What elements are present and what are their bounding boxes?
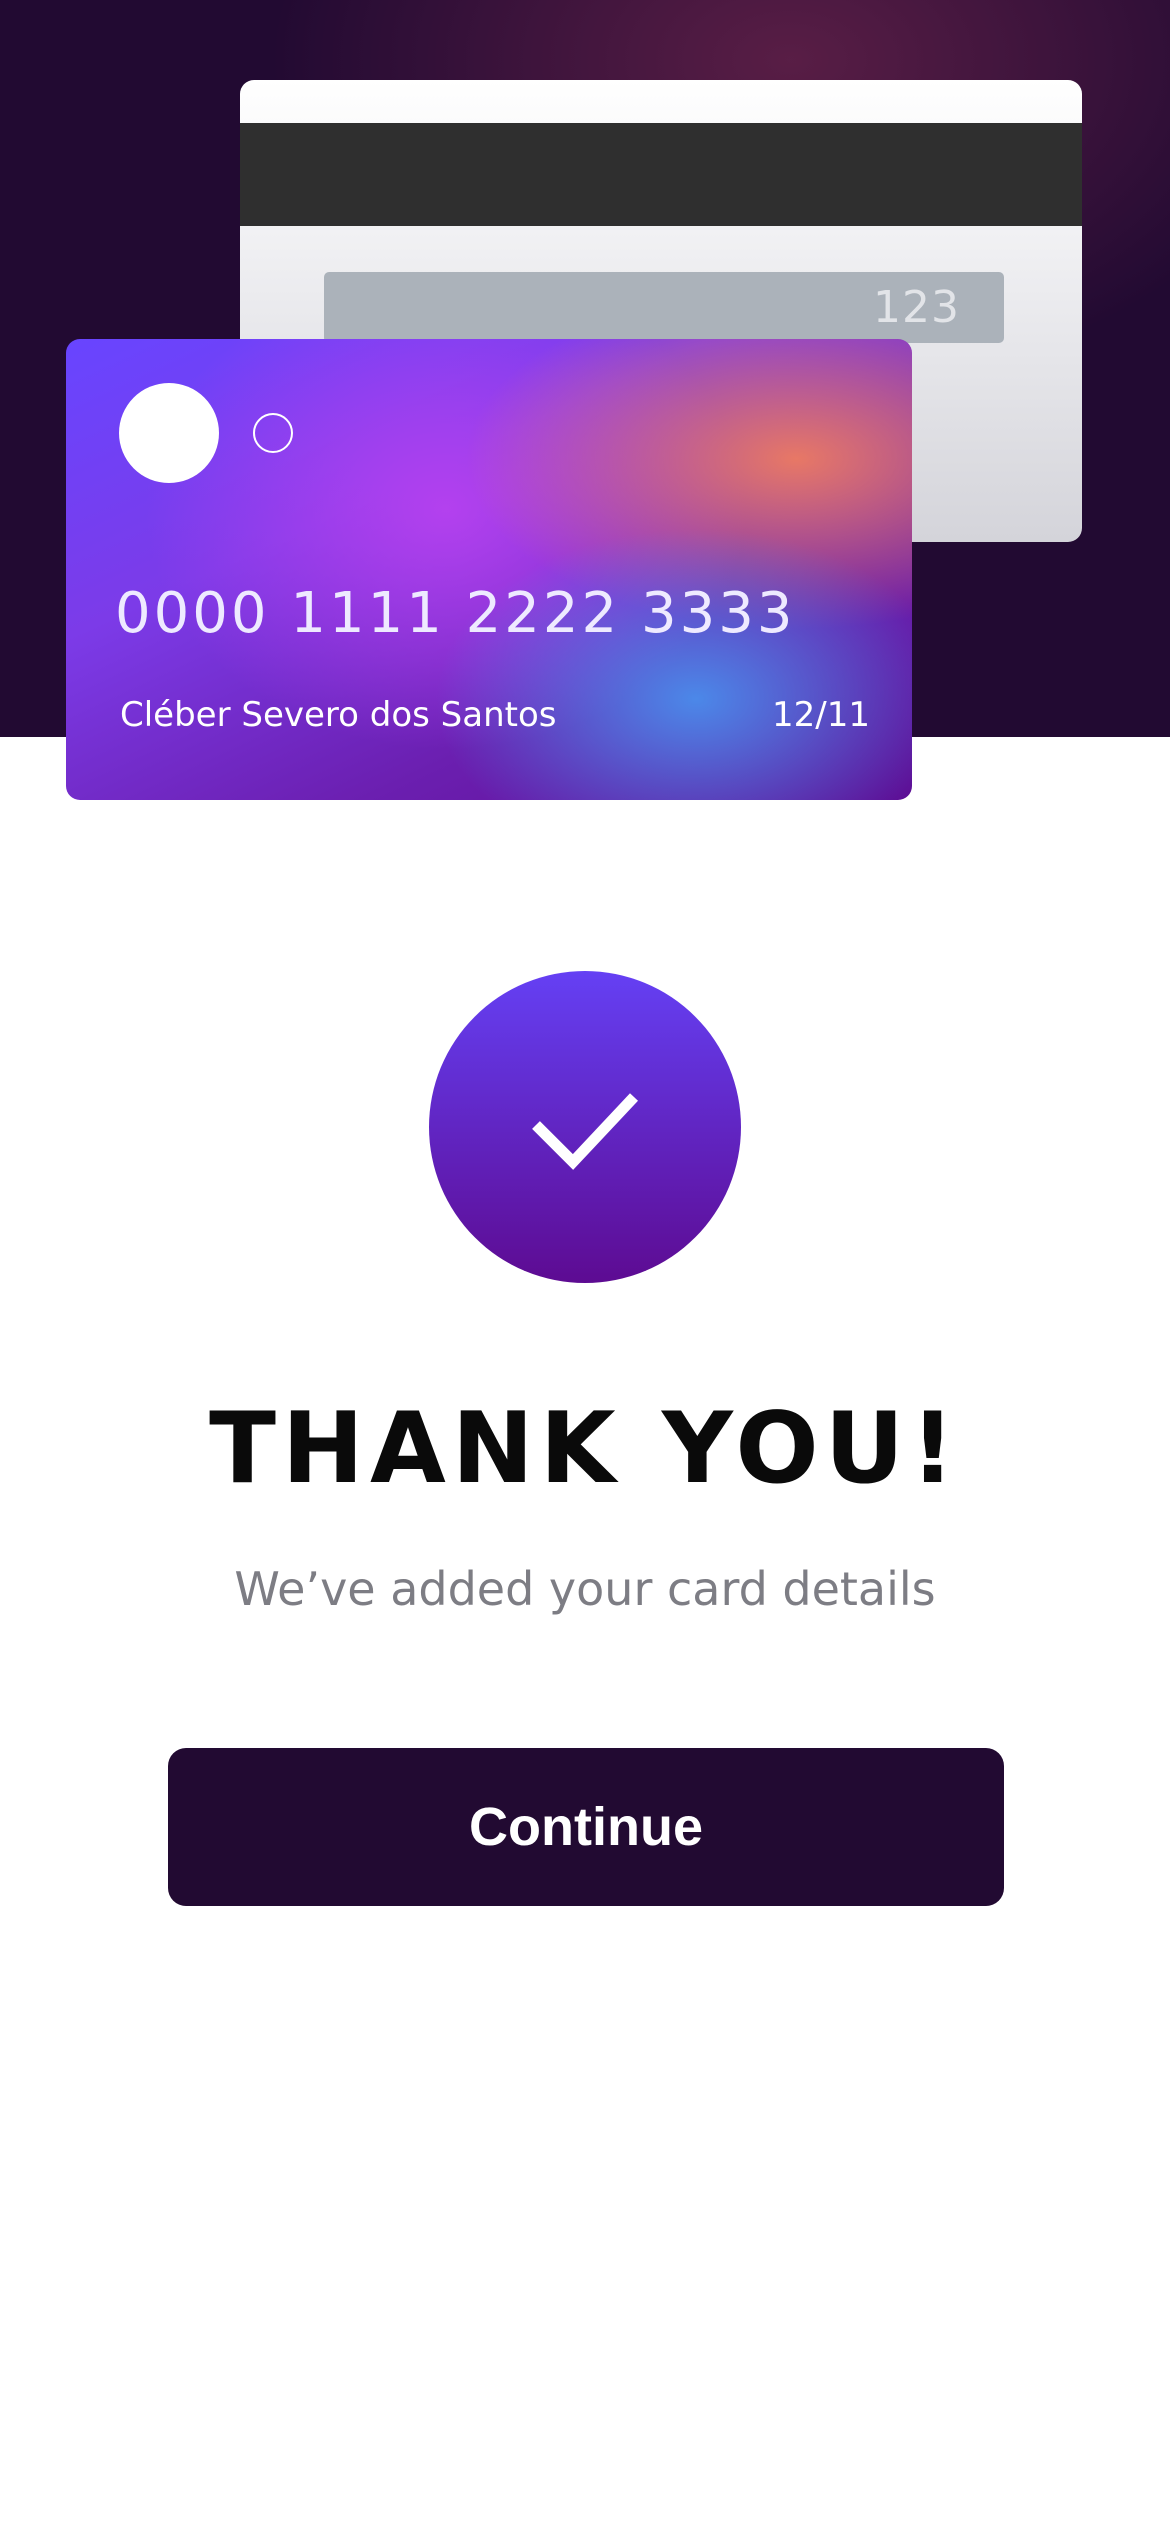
card-logo-ring-icon	[253, 413, 293, 453]
success-badge	[429, 971, 741, 1283]
cardholder-name: Cléber Severo dos Santos	[120, 695, 557, 735]
card-logo-circle-icon	[119, 383, 219, 483]
page-subtitle: We’ve added your card details	[234, 1562, 936, 1616]
check-icon	[532, 1093, 639, 1170]
card-expiry: 12/11	[772, 695, 870, 735]
continue-button[interactable]: Continue	[168, 1748, 1004, 1906]
card-number: 0000 1111 2222 3333	[115, 581, 796, 646]
signature-panel: 123	[324, 272, 1004, 343]
magnetic-stripe	[240, 123, 1082, 226]
page-title: THANK YOU!	[209, 1392, 961, 1506]
card-front: 0000 1111 2222 3333 Cléber Severo dos Sa…	[66, 339, 912, 800]
card-cvc: 123	[873, 282, 960, 333]
